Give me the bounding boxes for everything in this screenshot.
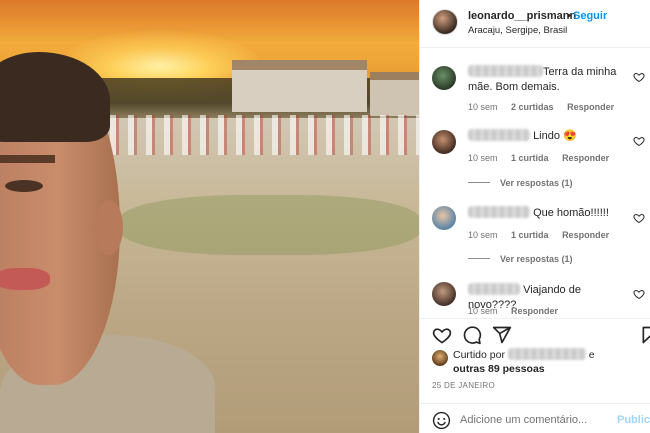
post-side-panel: leonardo__prismann • Seguir Aracaju, Ser… <box>419 0 650 433</box>
comment-likes[interactable]: 1 curtida <box>511 230 549 240</box>
comment-likes[interactable]: 2 curtidas <box>511 102 554 112</box>
liker-avatar[interactable] <box>432 350 448 366</box>
grass-patch <box>120 195 419 255</box>
person-eye <box>5 180 43 192</box>
author-avatar[interactable] <box>432 9 458 35</box>
commenter-avatar[interactable] <box>432 206 456 230</box>
replies-divider <box>468 182 490 183</box>
post-photo <box>0 0 419 433</box>
comment-body: Lindo 😍 <box>468 129 628 144</box>
view-replies-button[interactable]: Ver respostas (1) <box>468 254 573 264</box>
comment-text: Que homão!!!!!! <box>533 207 609 219</box>
emoji-icon[interactable] <box>432 411 451 430</box>
share-icon[interactable] <box>492 325 512 345</box>
follow-button[interactable]: Seguir <box>573 10 607 22</box>
comment-meta: 10 sem 2 curtidas Responder <box>468 102 625 112</box>
comment-item: Viajando de novo???? 10 sem Responder <box>420 280 650 318</box>
reply-button[interactable]: Responder <box>567 102 614 112</box>
comment-age: 10 sem <box>468 230 498 240</box>
redacted-username <box>468 65 543 77</box>
liked-by-suffix: e <box>588 349 595 361</box>
redacted-username <box>468 129 530 141</box>
replies-divider <box>468 258 490 259</box>
post-actions <box>420 318 650 348</box>
bookmark-icon[interactable] <box>640 325 650 345</box>
redacted-username <box>468 206 530 218</box>
person-mouth <box>0 268 50 290</box>
comment-age: 10 sem <box>468 102 498 112</box>
post-location[interactable]: Aracaju, Sergipe, Brasil <box>468 25 567 36</box>
post-date[interactable]: 25 DE JANEIRO <box>432 381 495 390</box>
comment-body: Que homão!!!!!! <box>468 206 628 221</box>
commenter-avatar[interactable] <box>432 130 456 154</box>
author-username[interactable]: leonardo__prismann <box>468 10 576 22</box>
beach-chairs <box>110 115 419 155</box>
comment-age: 10 sem <box>468 153 498 163</box>
view-replies-label: Ver respostas (1) <box>500 178 573 188</box>
heart-icon[interactable] <box>633 288 645 300</box>
heart-icon[interactable] <box>633 71 645 83</box>
heart-icon[interactable] <box>633 212 645 224</box>
heart-icon[interactable] <box>633 135 645 147</box>
comment-meta: 10 sem 1 curtida Responder <box>468 153 620 163</box>
comment-body: Terra da minha mãe. Bom demais. <box>468 65 628 95</box>
add-comment-bar: Publicar <box>420 403 650 433</box>
comment-icon[interactable] <box>462 325 482 345</box>
commenter-avatar[interactable] <box>432 282 456 306</box>
commenter-avatar[interactable] <box>432 66 456 90</box>
comment-age: 10 sem <box>468 306 498 316</box>
heart-icon[interactable] <box>432 325 452 345</box>
likes-text: Curtido por e outras 89 pessoas <box>453 348 643 376</box>
comment-likes[interactable]: 1 curtida <box>511 153 549 163</box>
view-replies-label: Ver respostas (1) <box>500 254 573 264</box>
header-separator: • <box>567 10 571 22</box>
beach-kiosk-2 <box>370 72 419 116</box>
reply-button[interactable]: Responder <box>562 230 609 240</box>
person-ear <box>95 200 123 255</box>
post-header: leonardo__prismann • Seguir Aracaju, Ser… <box>420 0 650 48</box>
redacted-liker <box>507 348 586 360</box>
comment-input[interactable] <box>460 411 600 429</box>
comment-meta: 10 sem Responder <box>468 306 569 316</box>
view-replies-button[interactable]: Ver respostas (1) <box>468 178 573 188</box>
beach-kiosk <box>232 60 367 112</box>
publish-button[interactable]: Publicar <box>617 414 650 426</box>
comment-text: Lindo 😍 <box>533 130 577 142</box>
reply-button[interactable]: Responder <box>562 153 609 163</box>
liked-by-prefix: Curtido por <box>453 349 505 361</box>
likes-others-link[interactable]: outras 89 pessoas <box>453 363 545 375</box>
person-eyebrow <box>0 155 55 163</box>
redacted-username <box>468 283 520 295</box>
likes-summary: Curtido por e outras 89 pessoas <box>432 348 647 378</box>
reply-button[interactable]: Responder <box>511 306 558 316</box>
comment-meta: 10 sem 1 curtida Responder <box>468 230 620 240</box>
